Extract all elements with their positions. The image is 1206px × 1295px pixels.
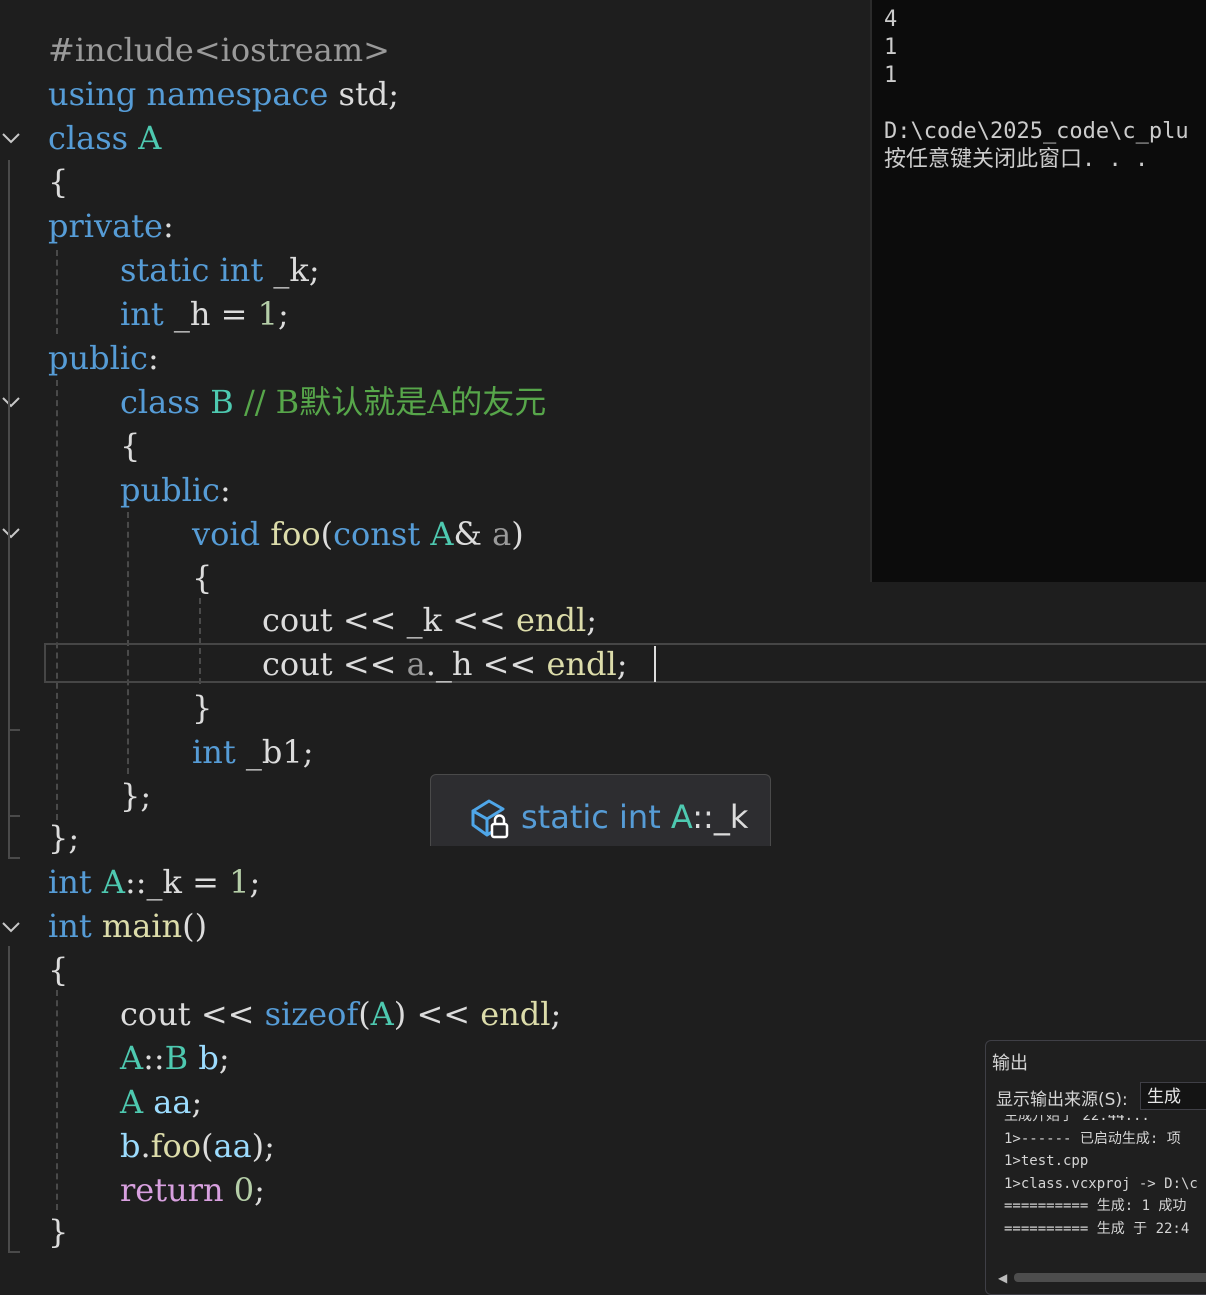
code-line-6: static int _k; — [120, 251, 320, 289]
fold-class-b-chevron-icon[interactable] — [0, 390, 24, 414]
output-text[interactable]: 生成开始于 22:44... 1>------ 已启动生成: 项 1>test.… — [988, 1115, 1206, 1265]
code-line-18: }; — [120, 777, 152, 815]
fold-main-chevron-icon[interactable] — [0, 915, 24, 939]
code-line-4: { — [48, 163, 69, 201]
scrollbar-thumb[interactable] — [1014, 1273, 1206, 1282]
code-line-25: A aa; — [120, 1083, 203, 1121]
code-line-28: } — [48, 1213, 69, 1251]
quickinfo-tooltip: static int A::_k — [430, 774, 771, 846]
code-line-17: int _b1; — [192, 733, 314, 771]
fold-hook-class-b — [8, 815, 20, 817]
indent-guide — [56, 250, 58, 334]
console-line: 按任意键关闭此窗口. . . — [884, 147, 1149, 172]
code-line-15[interactable]: cout << a._h << endl; — [262, 642, 628, 686]
code-line-26: b.foo(aa); — [120, 1127, 275, 1165]
fold-class-a-chevron-icon[interactable] — [0, 126, 24, 150]
scroll-left-icon[interactable]: ◀ — [998, 1271, 1007, 1285]
code-line-23: cout << sizeof(A) << endl; — [120, 995, 562, 1033]
fold-foo-chevron-icon[interactable] — [0, 521, 24, 545]
output-line: 1>test.cpp — [1004, 1153, 1089, 1169]
code-line-20: int A::_k = 1; — [48, 863, 261, 901]
output-horizontal-scrollbar[interactable]: ◀ — [992, 1269, 1206, 1285]
indent-guide — [56, 990, 58, 1210]
code-line-7: int _h = 1; — [120, 295, 289, 333]
code-line-22: { — [48, 951, 69, 989]
code-line-14: cout << _k << endl; — [262, 601, 598, 639]
output-source-label: 显示输出来源(S): — [996, 1090, 1128, 1110]
output-line: 1>------ 已启动生成: 项 — [1004, 1130, 1181, 1147]
fold-hook-main — [8, 1251, 20, 1253]
code-line-12: void foo(const A& a) — [192, 515, 524, 553]
console-line: D:\code\2025_code\c_plu — [884, 119, 1189, 144]
output-line: 1>class.vcxproj -> D:\c — [1004, 1175, 1198, 1192]
console-line: 4 — [884, 7, 898, 32]
output-line: ========== 生成 于 22:4 — [1004, 1220, 1190, 1237]
code-line-16: } — [192, 689, 213, 727]
code-line-11: public: — [120, 471, 231, 509]
output-source-select[interactable]: 生成 — [1140, 1082, 1206, 1110]
code-line-27: return 0; — [120, 1171, 265, 1209]
output-line: 生成开始于 22:44... — [1004, 1115, 1150, 1124]
fold-bracket-foo — [8, 552, 10, 730]
console-line: 1 — [884, 63, 898, 88]
code-line-8: public: — [48, 339, 159, 377]
console-line: 1 — [884, 35, 898, 60]
code-line-1: #include<iostream> — [48, 31, 390, 69]
code-line-21: int main() — [48, 907, 208, 945]
code-line-10: { — [120, 427, 141, 465]
fold-hook-foo — [8, 729, 20, 731]
code-line-5: private: — [48, 207, 174, 245]
code-line-3: class A — [48, 119, 162, 157]
console-window[interactable]: 4 1 1 D:\code\2025_code\c_plu 按任意键关闭此窗口.… — [870, 0, 1206, 582]
code-line-2: using namespace std; — [48, 75, 400, 113]
output-panel[interactable]: 输出 显示输出来源(S): 生成 生成开始于 22:44... 1>------… — [985, 1040, 1206, 1295]
indent-guide — [56, 380, 58, 820]
quickinfo-signature: static int A::_k — [521, 798, 749, 836]
output-panel-title: 输出 — [992, 1053, 1028, 1074]
static-field-icon — [469, 797, 511, 839]
text-caret — [654, 646, 656, 682]
code-line-13: { — [192, 559, 213, 597]
fold-bracket-main — [8, 946, 10, 1252]
code-line-19: }; — [48, 819, 80, 857]
code-line-24: A::B b; — [120, 1039, 230, 1077]
output-line: ========== 生成: 1 成功 — [1004, 1198, 1187, 1214]
fold-hook-class-a — [8, 857, 20, 859]
code-line-9: class B // B默认就是A的友元 — [120, 383, 547, 421]
